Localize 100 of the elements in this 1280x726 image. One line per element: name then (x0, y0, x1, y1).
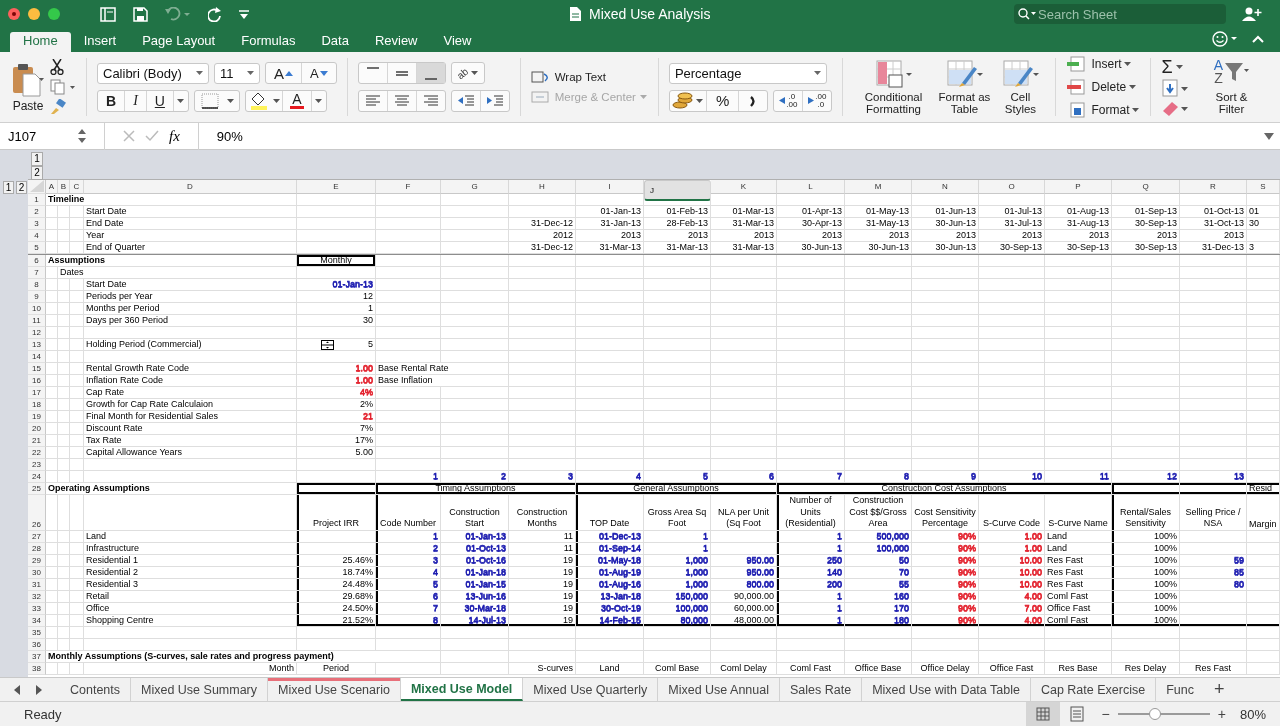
table-cell[interactable]: 30-Apr-13 (777, 218, 845, 230)
cells-button[interactable]: Delete (1066, 76, 1138, 98)
table-cell[interactable]: 01-Feb-13 (644, 206, 711, 218)
table-cell[interactable]: 3 (1247, 242, 1280, 254)
table-cell[interactable]: 500,000 (845, 530, 912, 543)
table-cell[interactable]: 5.00 (297, 447, 376, 459)
table-cell[interactable]: 01-Apr-13 (777, 206, 845, 218)
table-cell[interactable]: Discount Rate (84, 423, 297, 435)
row-number[interactable]: 2 (28, 206, 46, 218)
table-cell[interactable]: 100% (1112, 590, 1180, 603)
increase-decimal-button[interactable]: .0 .00 (774, 90, 804, 111)
format-painter-icon[interactable] (50, 99, 66, 115)
table-cell[interactable]: S-Curve Name (1045, 495, 1112, 531)
wrap-text-button[interactable]: Wrap Text (530, 70, 607, 84)
table-cell[interactable]: 90% (912, 578, 979, 591)
fill-down-icon[interactable] (1161, 79, 1190, 97)
table-cell[interactable]: Rental/Sales Sensitivity (1112, 495, 1180, 531)
table-cell[interactable]: Cost Sensitivity Percentage (912, 495, 979, 531)
table-cell[interactable]: 10.00 (979, 578, 1045, 591)
table-cell[interactable]: Office Fast (979, 662, 1045, 675)
outline-level-button[interactable]: 2 (16, 180, 27, 194)
table-cell[interactable]: 31-Mar-13 (576, 242, 644, 254)
previous-sheet-icon[interactable] (12, 683, 22, 696)
table-cell[interactable]: 6 (376, 590, 441, 603)
row-number[interactable]: 26 (28, 495, 46, 531)
table-cell[interactable]: Res Fast (1045, 578, 1112, 591)
table-cell[interactable]: 100% (1112, 566, 1180, 579)
table-cell[interactable]: Base Rental Rate (376, 363, 509, 375)
column-header[interactable]: A (46, 180, 58, 194)
table-cell[interactable]: Number of Units (Residential) (777, 495, 845, 531)
cells-button[interactable]: Format (1066, 99, 1141, 121)
table-cell[interactable]: 100% (1112, 530, 1180, 543)
table-cell[interactable]: 01-Jan-13 (297, 279, 376, 291)
zoom-out-button[interactable]: − (1093, 706, 1118, 722)
table-cell[interactable]: 180 (845, 614, 912, 627)
table-cell[interactable]: 50 (845, 554, 912, 567)
table-cell[interactable]: 18.74% (297, 566, 376, 579)
save-icon[interactable] (133, 6, 148, 22)
table-cell[interactable]: 2 (441, 471, 509, 483)
table-cell[interactable]: 31-Oct-13 (1180, 218, 1247, 230)
table-cell[interactable]: 31-Mar-13 (711, 218, 777, 230)
column-header[interactable]: H (509, 180, 576, 194)
table-cell[interactable]: 4 (376, 566, 441, 579)
table-cell[interactable]: 31-Mar-13 (711, 242, 777, 254)
minimize-button[interactable] (28, 8, 40, 20)
table-cell[interactable]: Holding Period (Commercial) (84, 339, 297, 351)
column-header[interactable]: B (58, 180, 70, 194)
table-cell[interactable]: Office Fast (1045, 602, 1112, 615)
table-cell[interactable]: 1 (376, 471, 441, 483)
column-header[interactable]: E (297, 180, 376, 194)
column-header[interactable]: D (84, 180, 297, 194)
table-cell[interactable]: Start Date (84, 279, 297, 291)
table-cell[interactable]: 250 (777, 554, 845, 567)
table-cell[interactable]: 2013 (777, 230, 845, 242)
table-cell[interactable]: Resid (1247, 483, 1280, 495)
table-cell[interactable]: 5 (376, 578, 441, 591)
orientation-button[interactable]: ab (450, 62, 485, 84)
table-cell[interactable]: Start Date (84, 206, 297, 218)
column-header[interactable]: N (912, 180, 979, 194)
table-cell[interactable]: 01-Sep-13 (1112, 206, 1180, 218)
table-cell[interactable]: 12 (1112, 471, 1180, 483)
table-cell[interactable]: 2013 (1180, 230, 1247, 242)
table-cell[interactable]: 30 (1247, 218, 1280, 230)
table-cell[interactable]: 2013 (845, 230, 912, 242)
table-cell[interactable]: 01 (1247, 206, 1280, 218)
table-cell[interactable]: Tax Rate (84, 435, 297, 447)
table-cell[interactable]: 19 (509, 578, 576, 591)
table-cell[interactable]: 2013 (1045, 230, 1112, 242)
table-cell[interactable]: 01-Oct-16 (441, 554, 509, 567)
table-cell[interactable]: 2013 (644, 230, 711, 242)
table-cell[interactable]: Code Number (376, 495, 441, 531)
table-cell[interactable]: 48,000.00 (711, 614, 777, 627)
table-cell[interactable]: 01-Jan-15 (441, 578, 509, 591)
table-cell[interactable]: 21.52% (297, 614, 376, 627)
table-cell[interactable]: 01-Aug-13 (1045, 206, 1112, 218)
table-cell[interactable]: 1 (644, 542, 711, 555)
table-cell[interactable]: 11 (509, 542, 576, 555)
add-sheet-button[interactable]: + (1200, 678, 1239, 701)
table-cell[interactable]: 11 (509, 530, 576, 543)
eraser-icon[interactable] (1161, 99, 1190, 117)
table-cell[interactable]: Timeline (46, 194, 297, 206)
table-cell[interactable]: Res Fast (1045, 554, 1112, 567)
ribbon-tab[interactable]: Insert (70, 32, 130, 52)
row-number[interactable]: 12 (28, 327, 46, 339)
redo-icon[interactable] (208, 6, 222, 22)
table-cell[interactable]: 1 (777, 590, 845, 603)
table-cell[interactable]: Growth for Cap Rate Calculaion (84, 399, 297, 411)
table-cell[interactable]: 1.00 (979, 530, 1045, 543)
table-cell[interactable]: 30-Jun-13 (912, 242, 979, 254)
table-cell[interactable]: Res Delay (1112, 662, 1180, 675)
row-number[interactable]: 3 (28, 218, 46, 230)
table-cell[interactable]: 100,000 (845, 542, 912, 555)
table-cell[interactable]: 3 (376, 554, 441, 567)
number-format-dropdown[interactable]: Percentage (668, 62, 827, 84)
zoom-slider[interactable] (1117, 708, 1210, 720)
table-cell[interactable]: 60,000.00 (711, 602, 777, 615)
ribbon-tab[interactable]: View (430, 32, 485, 52)
normal-view-icon[interactable] (1025, 702, 1060, 726)
table-cell[interactable]: 1 (297, 303, 376, 315)
table-cell[interactable]: 8 (845, 471, 912, 483)
